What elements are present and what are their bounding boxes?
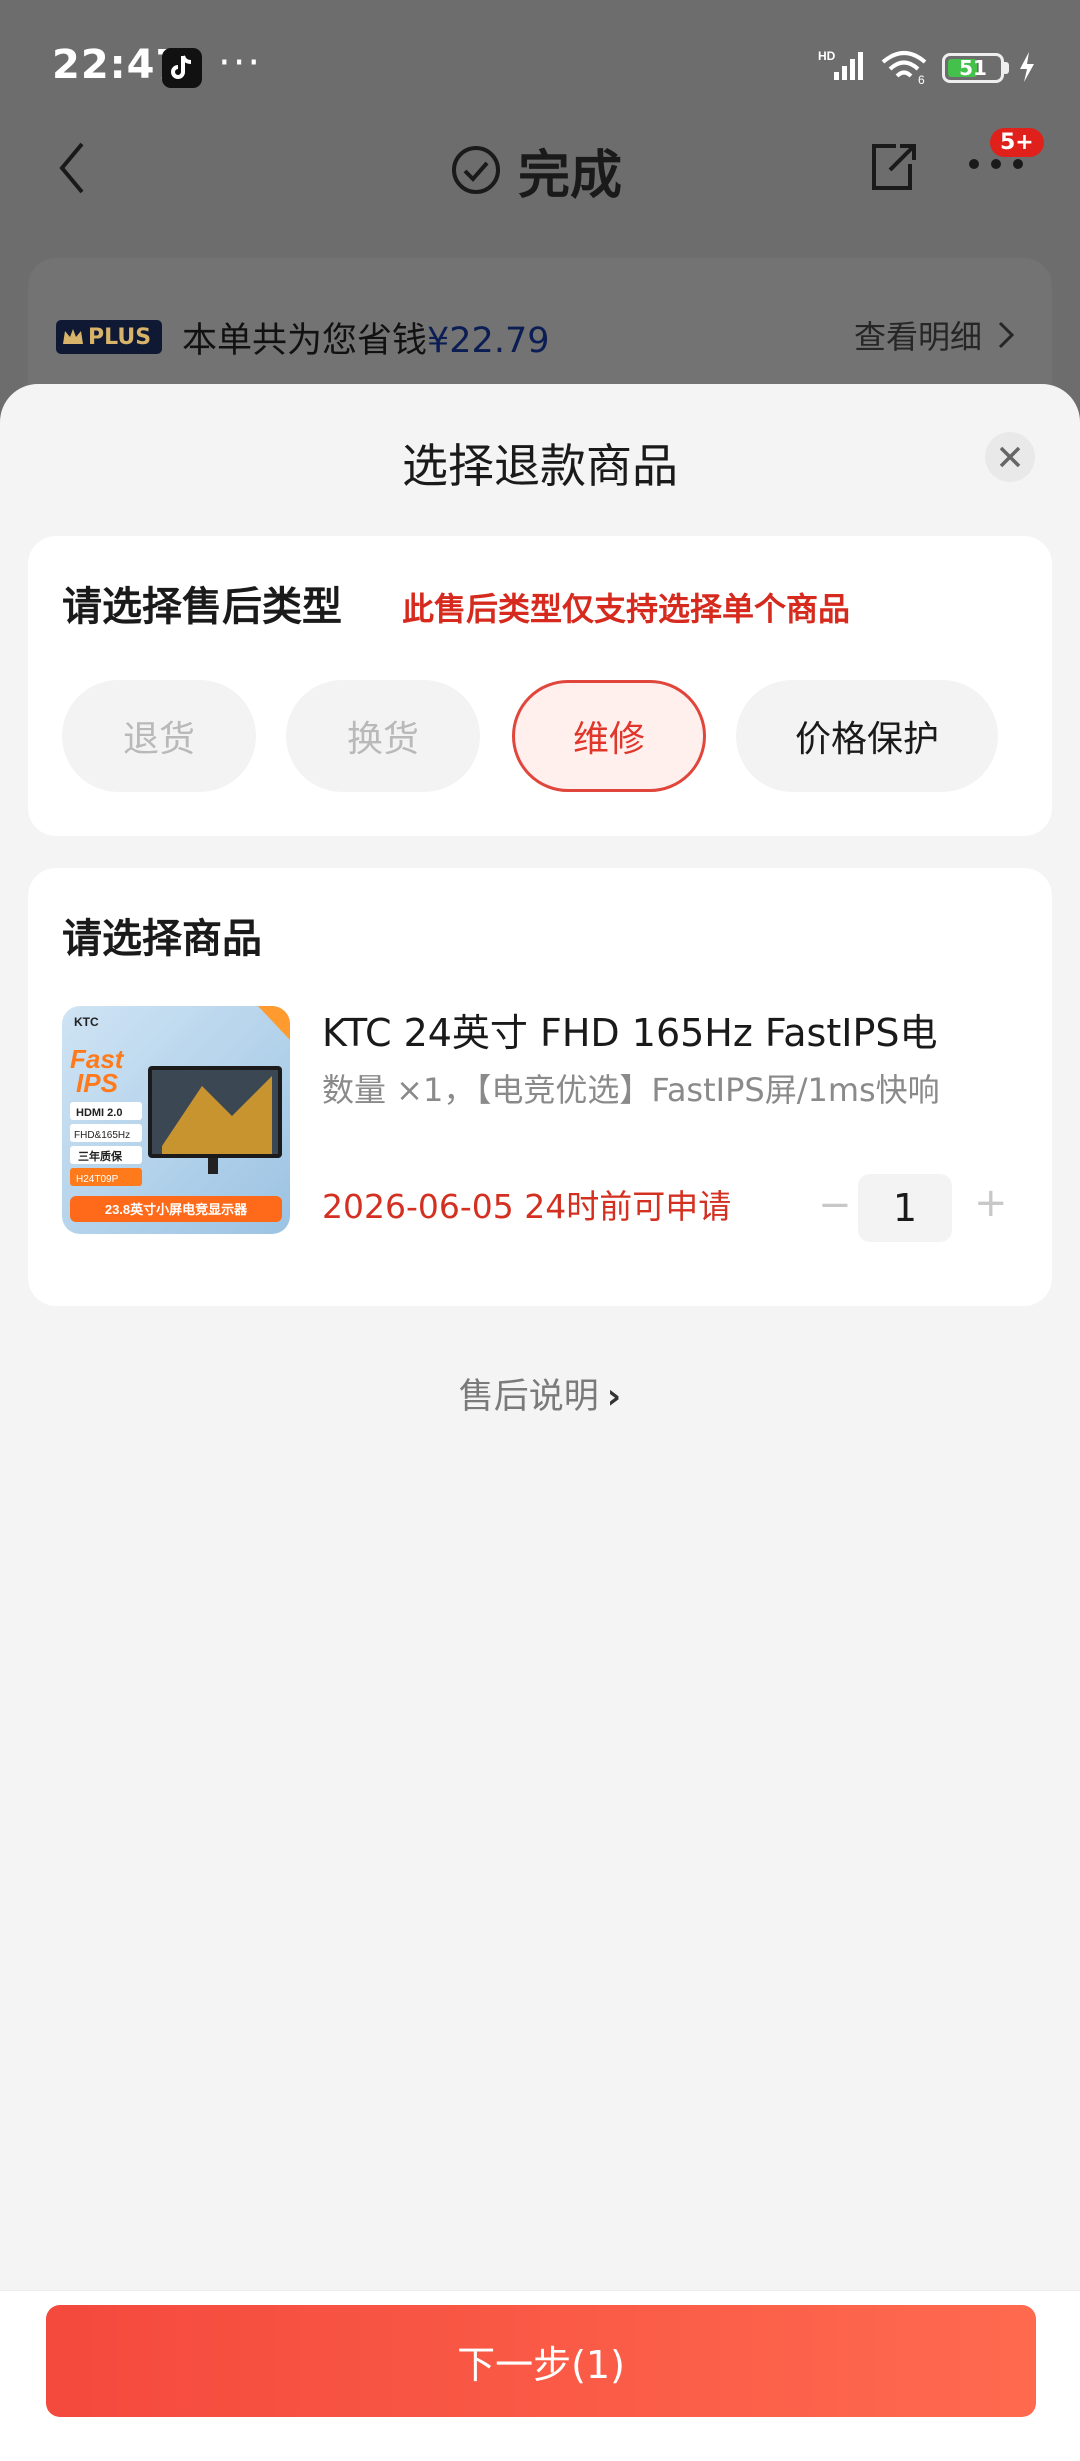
refund-sheet: 选择退款商品 请选择售后类型 此售后类型仅支持选择单个商品 退货 换货 维修 价… <box>0 384 1080 2461</box>
plus-badge-label: PLUS <box>88 324 152 350</box>
quantity-input[interactable]: 1 <box>858 1174 952 1242</box>
product-image: KTC Fast IPS HDMI 2.0 FHD&165Hz 三年质保 H24… <box>62 1006 290 1234</box>
page-title: 完成 <box>450 135 623 206</box>
quantity-minus-button[interactable]: − <box>818 1182 852 1228</box>
thumb-headline-2: IPS <box>76 1068 119 1098</box>
plus-badge: PLUS <box>56 320 162 354</box>
close-button[interactable] <box>985 432 1035 482</box>
crown-icon <box>63 329 83 344</box>
after-sales-label: 售后说明 <box>458 1377 599 1417</box>
svg-text:HD: HD <box>818 49 836 63</box>
type-option-exchange[interactable]: 换货 <box>286 680 480 792</box>
product-deadline: 2026-06-05 24时前可申请 <box>322 1187 732 1226</box>
thumb-tag-2: FHD&165Hz <box>74 1130 130 1141</box>
product-select-card: 请选择商品 KTC Fast IPS HDMI 2.0 FHD&165Hz 三年… <box>28 868 1052 1306</box>
charging-icon <box>1020 52 1034 82</box>
wifi-icon: 6 <box>881 51 927 84</box>
view-details-link[interactable]: 查看明细 <box>854 312 1014 358</box>
plus-savings-amount: ¥22.79 <box>427 321 550 361</box>
service-type-card: 请选择售后类型 此售后类型仅支持选择单个商品 退货 换货 维修 价格保护 <box>28 536 1052 836</box>
thumb-tag-4: H24T09P <box>76 1174 119 1185</box>
product-spec: 数量 ×1，【电竞优选】FastIPS屏/1ms快响 <box>322 1071 940 1109</box>
product-section-title: 请选择商品 <box>62 916 262 962</box>
battery-icon: 51 <box>942 53 1004 83</box>
footer-bar: 下一步(1) <box>0 2290 1080 2461</box>
battery-tip <box>1004 62 1009 74</box>
next-step-button[interactable]: 下一步(1) <box>46 2305 1036 2417</box>
view-details-label: 查看明细 <box>853 318 982 356</box>
sheet-title: 选择退款商品 <box>402 439 678 493</box>
product-thumbnail[interactable]: KTC Fast IPS HDMI 2.0 FHD&165Hz 三年质保 H24… <box>62 1006 290 1234</box>
service-type-title: 请选择售后类型 <box>62 584 342 630</box>
status-bar: 22:47 ··· HD 6 51 <box>0 0 1080 135</box>
thumb-tag-3: 三年质保 <box>78 1149 123 1163</box>
quantity-plus-button[interactable]: + <box>974 1180 1008 1226</box>
type-option-repair[interactable]: 维修 <box>512 680 706 792</box>
battery-level: 51 <box>959 56 987 80</box>
close-icon <box>999 446 1021 468</box>
check-circle-icon <box>452 146 500 194</box>
thumb-tag-1: HDMI 2.0 <box>76 1107 122 1119</box>
type-option-return[interactable]: 退货 <box>62 680 256 792</box>
chevron-right-icon <box>998 321 1014 349</box>
page-title-text: 完成 <box>518 145 623 206</box>
back-arrow-icon[interactable] <box>56 140 86 196</box>
product-name[interactable]: KTC 24英寸 FHD 165Hz FastIPS电 <box>322 1002 938 1057</box>
more-notifications-icon: ··· <box>218 40 263 86</box>
plus-savings-text: 本单共为您省钱¥22.79 <box>182 312 549 363</box>
share-icon[interactable] <box>866 138 918 194</box>
plus-savings-label: 本单共为您省钱 <box>182 321 428 361</box>
type-option-price-protection[interactable]: 价格保护 <box>736 680 998 792</box>
after-sales-link[interactable]: 售后说明 › <box>0 1368 1080 1419</box>
signal-icon: HD <box>818 49 863 80</box>
message-badge: 5+ <box>990 128 1044 157</box>
thumb-banner: 23.8英寸小屏电竞显示器 <box>105 1202 248 1217</box>
service-type-warning: 此售后类型仅支持选择单个商品 <box>402 590 851 628</box>
tiktok-icon <box>162 48 202 88</box>
thumb-brand: KTC <box>74 1015 99 1029</box>
svg-text:6: 6 <box>918 73 925 84</box>
chevron-right-icon: › <box>606 1377 622 1417</box>
